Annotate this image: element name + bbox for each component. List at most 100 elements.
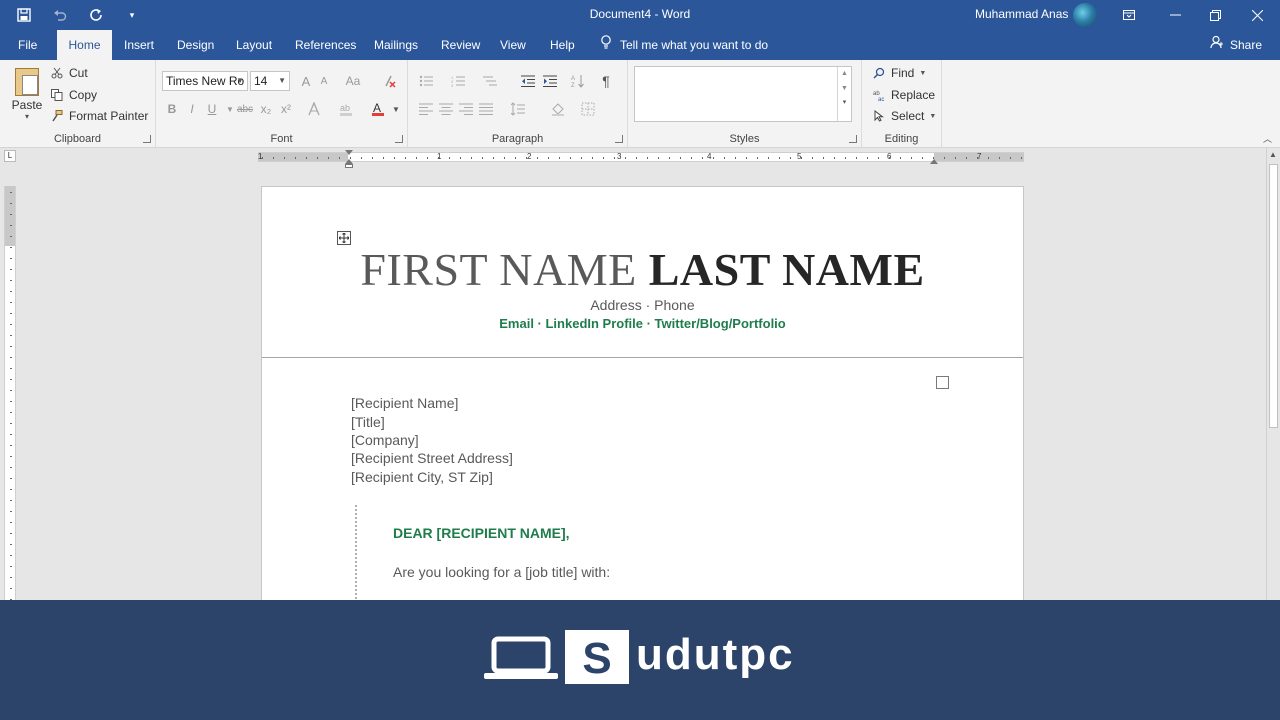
cut-button[interactable]: Cut xyxy=(50,63,88,83)
salutation[interactable]: DEAR [RECIPIENT NAME], xyxy=(393,525,570,541)
ruler-tick xyxy=(317,157,318,159)
tab-references[interactable]: References xyxy=(285,30,366,60)
font-size-field[interactable]: 14 ▼ xyxy=(250,71,290,91)
tab-selector[interactable]: L xyxy=(4,150,16,162)
close-icon[interactable] xyxy=(1234,0,1280,30)
document-page[interactable]: FIRST NAME LAST NAME Address · Phone Ema… xyxy=(261,186,1024,636)
horizontal-ruler[interactable]: 1 1 2 3 4 5 6 7 xyxy=(258,150,1024,168)
tab-view[interactable]: View xyxy=(490,30,536,60)
ruler-tick xyxy=(10,489,12,490)
change-case-button[interactable]: Aa xyxy=(340,71,366,91)
right-indent-marker[interactable] xyxy=(930,159,938,164)
ribbon-display-icon[interactable] xyxy=(1106,0,1152,30)
font-color-dropdown-icon[interactable]: ▼ xyxy=(386,99,406,119)
body-paragraph[interactable]: Are you looking for a [job title] with: xyxy=(393,564,610,580)
address-phone[interactable]: Address · Phone xyxy=(262,297,1023,313)
shrink-font-button[interactable]: A xyxy=(314,71,334,91)
superscript-button[interactable]: x² xyxy=(276,99,296,119)
italic-button[interactable]: I xyxy=(182,99,202,119)
recipient-name[interactable]: [Recipient Name] xyxy=(351,395,458,411)
recipient-street[interactable]: [Recipient Street Address] xyxy=(351,450,513,466)
ruler-tick xyxy=(10,423,12,424)
paste-dropdown-icon[interactable]: ▾ xyxy=(6,112,48,121)
recipient-city[interactable]: [Recipient City, ST Zip] xyxy=(351,469,493,485)
format-painter-button[interactable]: Format Painter xyxy=(50,106,148,126)
show-formatting-icon[interactable]: ¶ xyxy=(596,71,616,91)
multilevel-list-icon[interactable] xyxy=(480,71,500,91)
text-effects-icon[interactable] xyxy=(304,99,324,119)
ribbon-tabs: File Home Insert Design Layout Reference… xyxy=(0,30,1280,60)
align-right-icon[interactable] xyxy=(456,99,476,119)
find-button[interactable]: Find ▼ xyxy=(872,63,926,83)
recipient-company[interactable]: [Company] xyxy=(351,432,419,448)
clear-formatting-icon[interactable] xyxy=(380,71,400,91)
tab-design[interactable]: Design xyxy=(167,30,224,60)
first-line-indent-marker[interactable] xyxy=(345,150,353,155)
shading-icon[interactable] xyxy=(548,99,568,119)
more-styles-icon[interactable]: ▾ xyxy=(838,98,851,106)
ruler-tick xyxy=(900,157,901,159)
styles-launcher-icon[interactable] xyxy=(849,135,857,143)
align-center-icon[interactable] xyxy=(436,99,456,119)
chevron-up-icon[interactable]: ▲ xyxy=(838,70,851,77)
align-left-icon[interactable] xyxy=(416,99,436,119)
line-spacing-icon[interactable] xyxy=(508,99,528,119)
first-name[interactable]: FIRST NAME xyxy=(360,244,636,295)
share-button[interactable]: Share xyxy=(1210,30,1262,60)
ruler-tick xyxy=(10,236,12,237)
replace-button[interactable]: ab ac Replace xyxy=(872,85,936,105)
font-name-field[interactable]: Times New Ro ▼ xyxy=(162,71,248,91)
cut-label: Cut xyxy=(69,66,88,80)
styles-gallery[interactable]: ▲ ▼ ▾ xyxy=(634,66,852,122)
select-button[interactable]: Select ▼ xyxy=(872,106,936,126)
strikethrough-button[interactable]: abc xyxy=(234,99,256,119)
font-color-button[interactable]: A xyxy=(368,99,388,119)
justify-icon[interactable] xyxy=(476,99,496,119)
editing-group: Find ▼ ab ac Replace Select ▼ Editing xyxy=(862,60,942,148)
sort-icon[interactable]: AZ xyxy=(568,71,588,91)
borders-icon[interactable] xyxy=(578,99,598,119)
paste-button[interactable]: Paste ▾ xyxy=(6,64,48,126)
clipboard-launcher-icon[interactable] xyxy=(143,135,151,143)
user-name[interactable]: Muhammad Anas xyxy=(975,7,1068,21)
tab-review[interactable]: Review xyxy=(431,30,490,60)
increase-indent-icon[interactable] xyxy=(540,71,560,91)
vertical-ruler[interactable] xyxy=(4,186,16,600)
tab-help[interactable]: Help xyxy=(540,30,585,60)
numbering-icon[interactable]: 123 xyxy=(448,71,468,91)
font-launcher-icon[interactable] xyxy=(395,135,403,143)
scrollbar-thumb[interactable] xyxy=(1269,164,1278,428)
bold-button[interactable]: B xyxy=(162,99,182,119)
underline-button[interactable]: U xyxy=(202,99,222,119)
paragraph-launcher-icon[interactable] xyxy=(615,135,623,143)
restore-icon[interactable] xyxy=(1192,0,1238,30)
clipboard-group: Paste ▾ Cut Copy Format Painter Clipboar… xyxy=(0,60,156,148)
chevron-down-icon[interactable]: ▼ xyxy=(838,85,851,92)
left-indent-marker[interactable] xyxy=(345,164,353,168)
tell-me-search[interactable]: Tell me what you want to do xyxy=(600,30,768,60)
svg-text:ab: ab xyxy=(340,103,350,113)
highlight-icon[interactable]: ab xyxy=(336,99,356,119)
copy-button[interactable]: Copy xyxy=(50,85,97,105)
header-name[interactable]: FIRST NAME LAST NAME xyxy=(262,243,1023,296)
tab-mailings[interactable]: Mailings xyxy=(364,30,428,60)
checkbox[interactable] xyxy=(936,376,949,389)
scroll-up-icon[interactable]: ▲ xyxy=(1269,150,1277,159)
tab-insert[interactable]: Insert xyxy=(114,30,164,60)
contact-links[interactable]: Email · LinkedIn Profile · Twitter/Blog/… xyxy=(262,316,1023,331)
tab-layout[interactable]: Layout xyxy=(226,30,282,60)
recipient-title[interactable]: [Title] xyxy=(351,414,385,430)
grow-font-button[interactable]: A xyxy=(296,71,316,91)
bullets-icon[interactable] xyxy=(416,71,436,91)
ruler-tick xyxy=(10,346,12,347)
avatar[interactable] xyxy=(1073,3,1097,27)
subscript-button[interactable]: x₂ xyxy=(256,99,276,119)
styles-gallery-scroll[interactable]: ▲ ▼ ▾ xyxy=(837,67,851,121)
chevron-down-icon: ▼ xyxy=(919,69,927,77)
collapse-ribbon-icon[interactable]: ︿ xyxy=(1263,132,1272,145)
tab-file[interactable]: File xyxy=(8,30,47,60)
decrease-indent-icon[interactable] xyxy=(518,71,538,91)
last-name[interactable]: LAST NAME xyxy=(649,244,925,295)
vertical-scrollbar[interactable]: ▲ xyxy=(1266,148,1280,600)
tab-home[interactable]: Home xyxy=(57,30,112,60)
